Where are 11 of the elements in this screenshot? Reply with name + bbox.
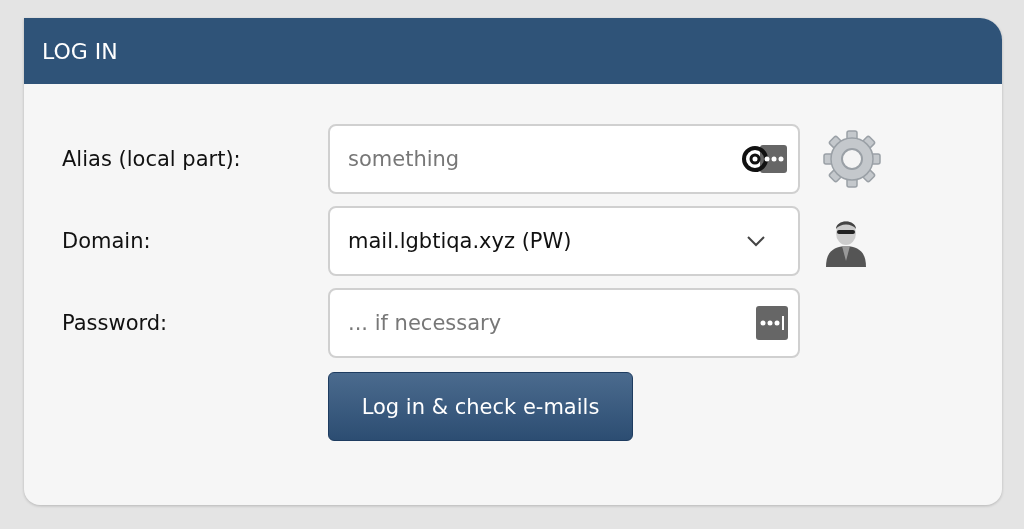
field-label: Password: bbox=[62, 311, 169, 335]
login-button[interactable]: Log in & check e-mails bbox=[328, 372, 633, 441]
panel-title: LOG IN bbox=[42, 38, 118, 64]
password-key-icon bbox=[756, 306, 788, 340]
chevron-down-icon bbox=[746, 235, 766, 247]
field-label: Alias (local part): bbox=[62, 147, 242, 171]
alias-field[interactable]: something bbox=[328, 124, 800, 194]
password-field[interactable]: ... if necessary bbox=[328, 288, 800, 358]
domain-select[interactable]: mail.lgbtiqa.xyz (PW) bbox=[328, 206, 800, 276]
at-sign-key-icon bbox=[740, 143, 788, 175]
field-label: Domain: bbox=[62, 229, 152, 253]
